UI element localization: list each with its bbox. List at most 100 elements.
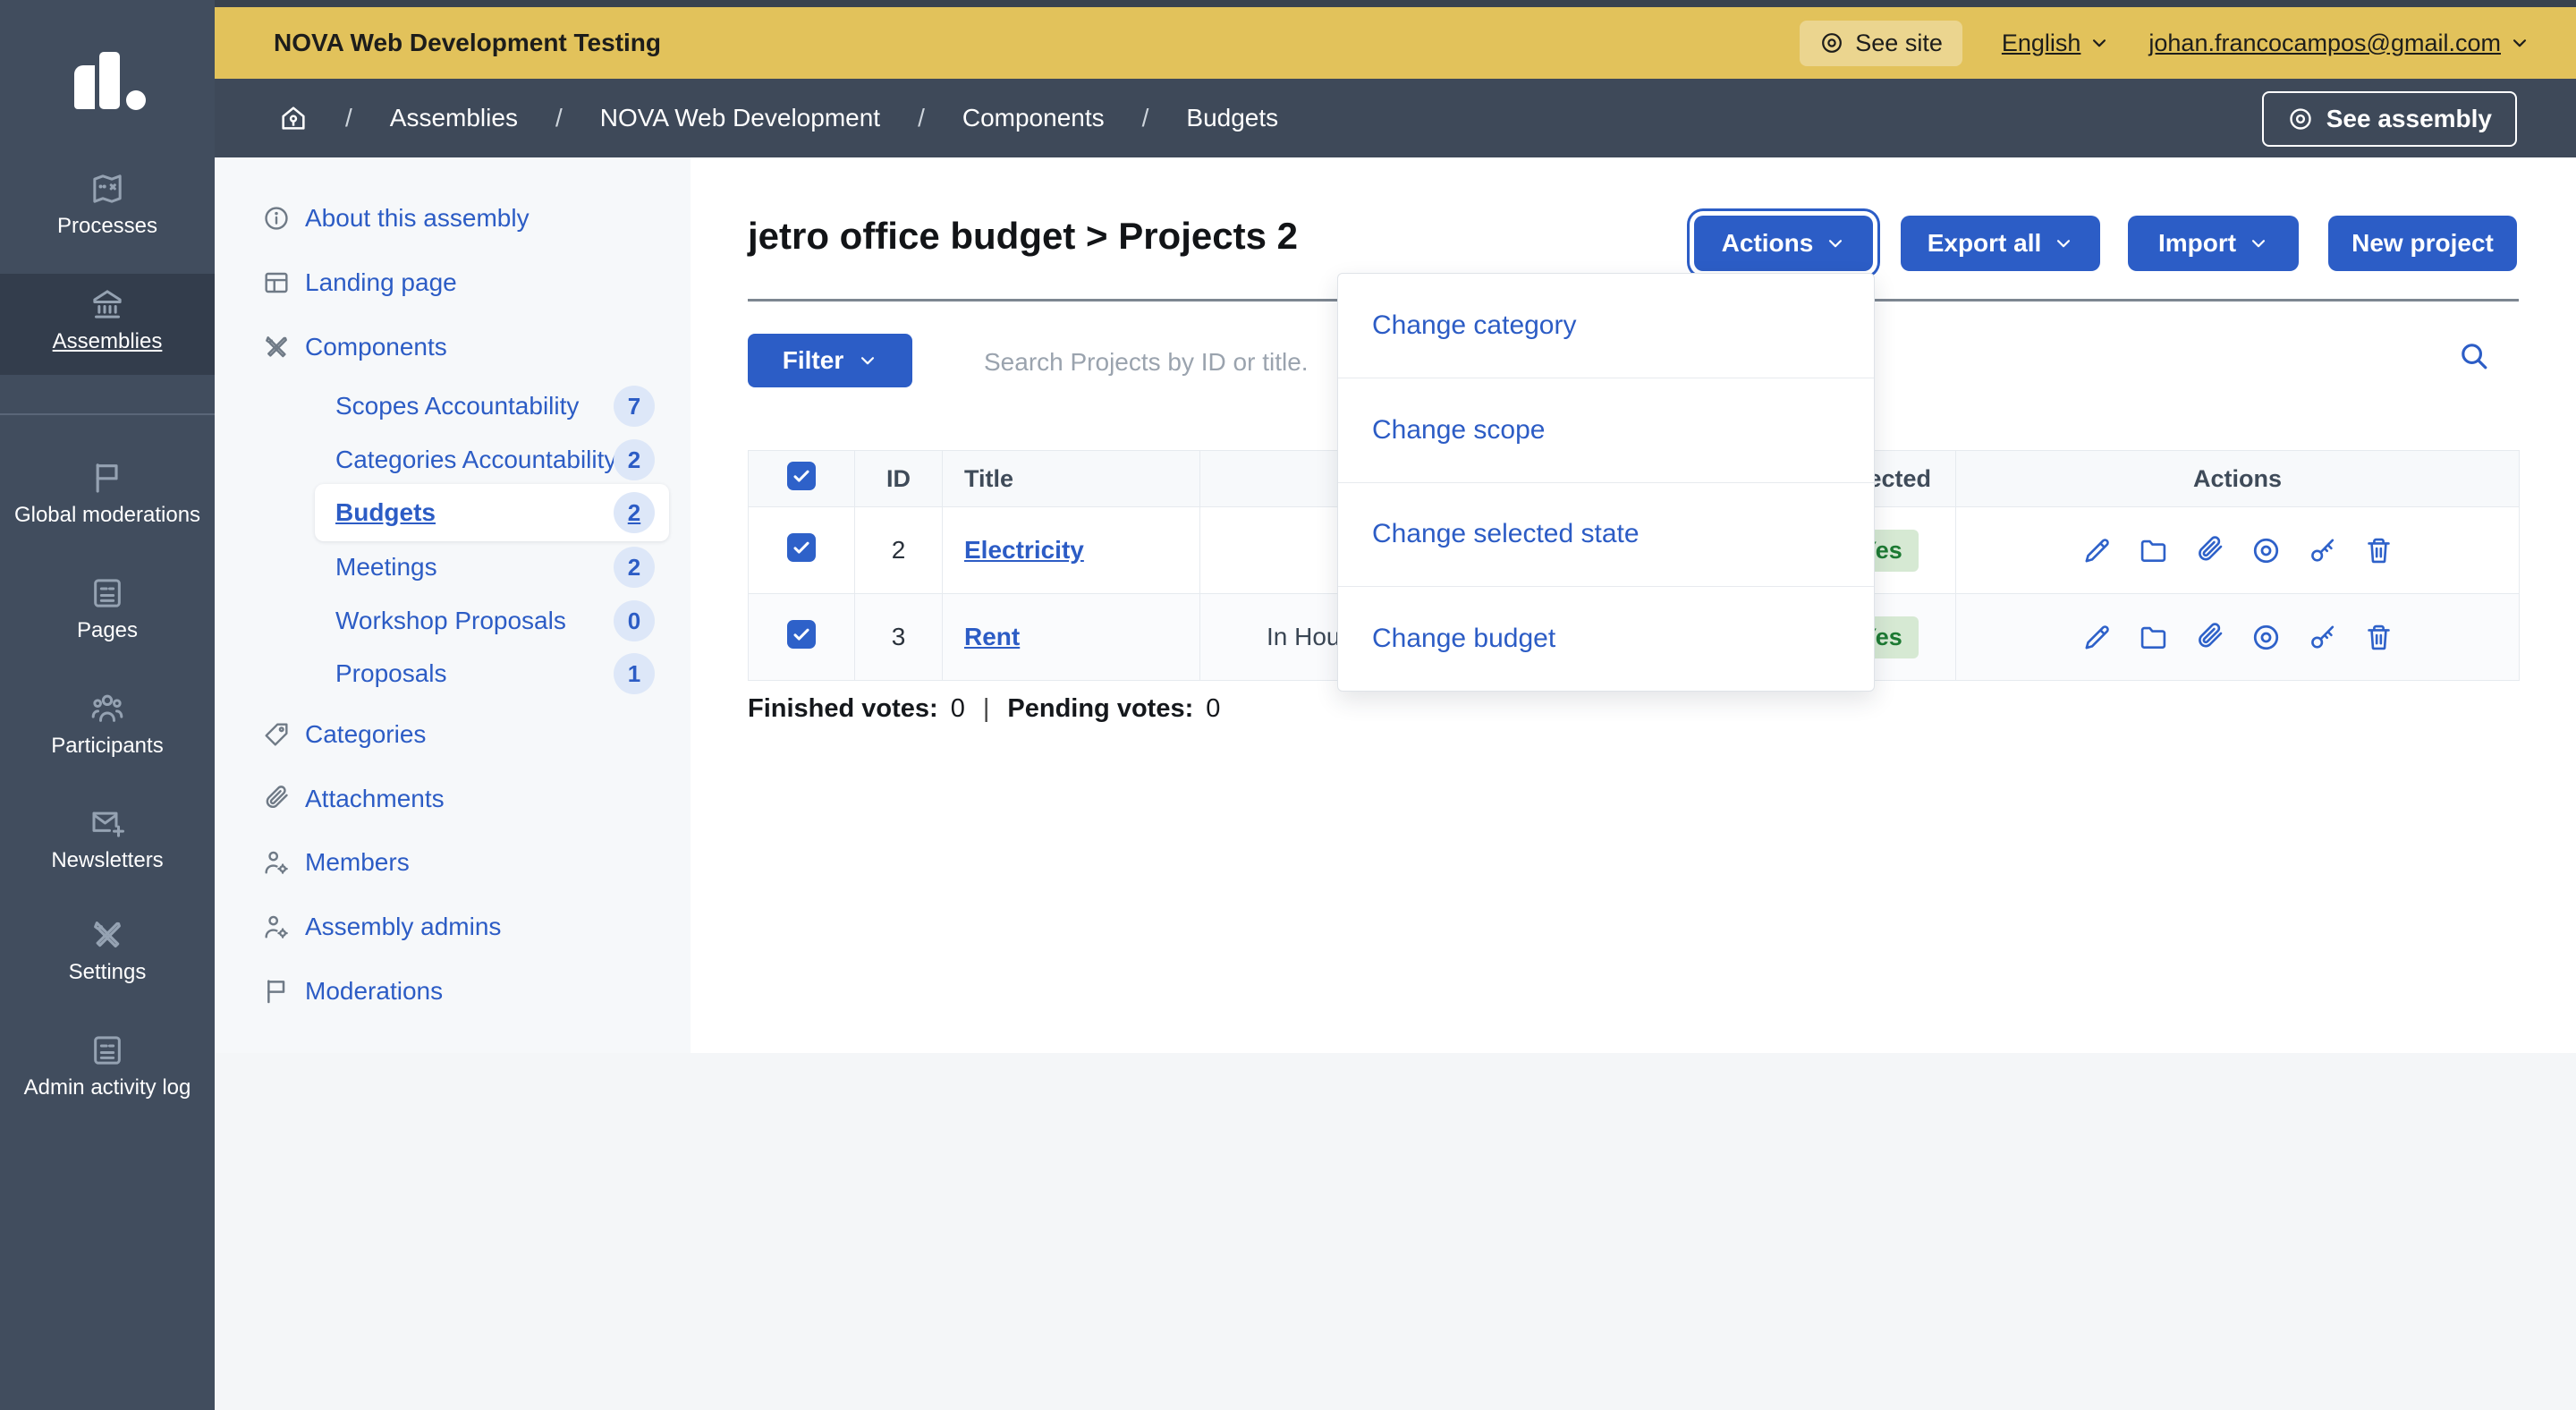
subnav-item-categories[interactable]: Categories — [215, 713, 691, 756]
finished-votes-value: 0 — [951, 694, 965, 724]
person-gear-icon — [262, 913, 291, 941]
subnav-item-assembly-admins[interactable]: Assembly admins — [215, 905, 691, 948]
select-all-checkbox[interactable] — [787, 462, 816, 490]
delete-icon[interactable] — [2363, 622, 2394, 653]
breadcrumb-separator: / — [555, 104, 563, 132]
page-title: jetro office budget > Projects 2 — [748, 215, 1298, 258]
actions-dropdown-menu: Change category Change scope Change sele… — [1337, 273, 1875, 692]
breadcrumb-assembly-name[interactable]: NOVA Web Development — [600, 104, 880, 132]
decidim-logo[interactable] — [0, 0, 215, 116]
preview-icon[interactable] — [2250, 535, 2282, 566]
sidebar-item-pages[interactable]: Pages — [0, 575, 215, 643]
subnav-item-landing-page[interactable]: Landing page — [215, 261, 691, 304]
menu-item-change-scope[interactable]: Change scope — [1338, 378, 1874, 482]
subnav-item-members[interactable]: Members — [215, 841, 691, 884]
sidebar-item-assemblies[interactable]: Assemblies — [0, 274, 215, 375]
actions-button[interactable]: Actions — [1694, 216, 1873, 271]
attachments-icon[interactable] — [2194, 535, 2225, 566]
subnav-item-meetings[interactable]: Meetings 2 — [215, 546, 691, 589]
breadcrumb-budgets[interactable]: Budgets — [1186, 104, 1278, 132]
topbar-right: See site English johan.francocampos@gmai… — [1800, 21, 2529, 66]
row-id: 2 — [855, 507, 943, 594]
sidebar-item-newsletters[interactable]: Newsletters — [0, 805, 215, 873]
subnav-item-scopes-accountability[interactable]: Scopes Accountability 7 — [215, 385, 691, 428]
menu-item-change-category[interactable]: Change category — [1338, 274, 1874, 378]
import-button[interactable]: Import — [2128, 216, 2299, 271]
see-assembly-button[interactable]: See assembly — [2262, 91, 2517, 147]
subnav-item-budgets[interactable]: Budgets 2 — [215, 491, 691, 534]
row-select-cell — [749, 594, 855, 681]
pending-votes-value: 0 — [1206, 694, 1220, 724]
main-content: jetro office budget > Projects 2 Actions… — [691, 157, 2576, 1053]
subnav-item-proposals[interactable]: Proposals 1 — [215, 652, 691, 695]
subnav-item-about[interactable]: About this assembly — [215, 197, 691, 240]
bank-icon — [89, 286, 125, 322]
subnav-item-moderations[interactable]: Moderations — [215, 970, 691, 1013]
folder-icon[interactable] — [2138, 622, 2169, 653]
breadcrumb-components[interactable]: Components — [962, 104, 1105, 132]
edit-icon[interactable] — [2081, 622, 2113, 653]
permissions-key-icon[interactable] — [2307, 535, 2338, 566]
subnav-item-workshop-proposals[interactable]: Workshop Proposals 0 — [215, 599, 691, 642]
header-actions: Actions — [1956, 451, 2520, 507]
votes-summary: Finished votes: 0 | Pending votes: 0 — [748, 694, 1220, 724]
article-icon — [89, 1032, 125, 1068]
chevron-down-icon — [1826, 234, 1845, 253]
check-icon — [791, 465, 812, 487]
subnav-item-categories-accountability[interactable]: Categories Accountability 2 — [215, 438, 691, 481]
finished-votes-label: Finished votes: — [748, 694, 938, 724]
info-icon — [262, 204, 291, 233]
layout-icon — [262, 268, 291, 297]
sidebar-item-settings[interactable]: Settings — [0, 917, 215, 985]
sidebar-item-participants[interactable]: Participants — [0, 691, 215, 759]
subnav-item-components[interactable]: Components — [215, 326, 691, 369]
project-link[interactable]: Rent — [964, 623, 1020, 650]
chevron-down-icon — [2089, 33, 2109, 53]
sidebar-item-processes[interactable]: Processes — [0, 171, 215, 239]
sidebar-item-global-moderations[interactable]: Global moderations — [0, 460, 215, 528]
assembly-subnav: About this assembly Landing page Compone… — [215, 157, 691, 1053]
filter-button[interactable]: Filter — [748, 334, 912, 387]
row-checkbox[interactable] — [787, 533, 816, 562]
see-site-link[interactable]: See site — [1800, 21, 1962, 66]
edit-icon[interactable] — [2081, 535, 2113, 566]
sidebar-divider — [0, 413, 215, 415]
row-id: 3 — [855, 594, 943, 681]
organization-title: NOVA Web Development Testing — [274, 29, 661, 57]
menu-item-change-selected-state[interactable]: Change selected state — [1338, 482, 1874, 587]
pending-votes-label: Pending votes: — [1007, 694, 1193, 724]
breadcrumb-bar: / Assemblies / NOVA Web Development / Co… — [215, 79, 2576, 157]
language-label: English — [2002, 30, 2081, 57]
search-icon[interactable] — [2457, 339, 2491, 373]
preview-icon[interactable] — [2250, 622, 2282, 653]
flag-icon — [262, 977, 291, 1006]
menu-item-change-budget[interactable]: Change budget — [1338, 586, 1874, 691]
breadcrumb: / Assemblies / NOVA Web Development / Co… — [279, 104, 1278, 132]
select-all-cell — [749, 451, 855, 507]
subnav-item-attachments[interactable]: Attachments — [215, 777, 691, 820]
app-window: NOVA Web Development Testing See site En… — [0, 0, 2576, 1410]
tools-icon — [262, 333, 291, 361]
votes-divider: | — [978, 694, 996, 724]
tag-icon — [262, 720, 291, 749]
sidebar-item-admin-activity-log[interactable]: Admin activity log — [0, 1032, 215, 1100]
row-checkbox[interactable] — [787, 620, 816, 649]
language-selector[interactable]: English — [2002, 30, 2110, 57]
breadcrumb-assemblies[interactable]: Assemblies — [390, 104, 518, 132]
person-gear-icon — [262, 848, 291, 877]
home-icon[interactable] — [279, 104, 308, 132]
count-badge: 2 — [614, 547, 655, 588]
permissions-key-icon[interactable] — [2307, 622, 2338, 653]
see-assembly-label: See assembly — [2326, 105, 2492, 133]
project-link[interactable]: Electricity — [964, 536, 1084, 564]
mail-add-icon — [89, 805, 125, 841]
new-project-button[interactable]: New project — [2328, 216, 2517, 271]
attachments-icon[interactable] — [2194, 622, 2225, 653]
user-menu[interactable]: johan.francocampos@gmail.com — [2148, 30, 2529, 57]
folder-icon[interactable] — [2138, 535, 2169, 566]
row-actions — [1957, 622, 2518, 653]
chevron-down-icon — [2510, 33, 2529, 53]
delete-icon[interactable] — [2363, 535, 2394, 566]
breadcrumb-separator: / — [345, 104, 352, 132]
export-all-button[interactable]: Export all — [1901, 216, 2100, 271]
